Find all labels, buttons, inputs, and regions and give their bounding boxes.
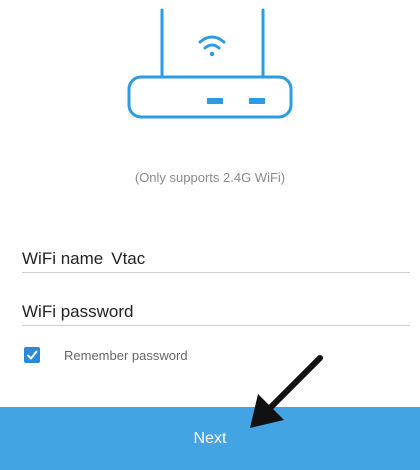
pointer-arrow-icon xyxy=(250,355,323,428)
next-button[interactable]: Next xyxy=(0,407,420,470)
router-led-2 xyxy=(249,98,265,104)
wifi-signal-arc-outer xyxy=(198,35,226,44)
wifi-name-value[interactable]: Vtac xyxy=(111,249,145,269)
remember-password-checkbox[interactable] xyxy=(24,347,40,363)
remember-password-label: Remember password xyxy=(64,347,188,363)
remember-password-row[interactable]: Remember password xyxy=(24,347,188,363)
wifi-password-label: WiFi password xyxy=(22,302,134,321)
router-led-1 xyxy=(207,98,223,104)
wifi-support-hint: (Only supports 2.4G WiFi) xyxy=(134,170,286,185)
wifi-signal-arc-inner xyxy=(203,43,221,50)
checkmark-icon xyxy=(27,350,38,360)
wifi-name-field[interactable]: WiFi name Vtac xyxy=(22,246,410,273)
next-button-label: Next xyxy=(193,429,227,447)
wifi-name-label: WiFi name xyxy=(22,249,104,268)
wifi-password-field[interactable]: WiFi password xyxy=(22,299,410,326)
router-body xyxy=(127,75,293,119)
wifi-router-icon xyxy=(127,8,293,119)
wifi-signal-dot xyxy=(209,51,215,57)
